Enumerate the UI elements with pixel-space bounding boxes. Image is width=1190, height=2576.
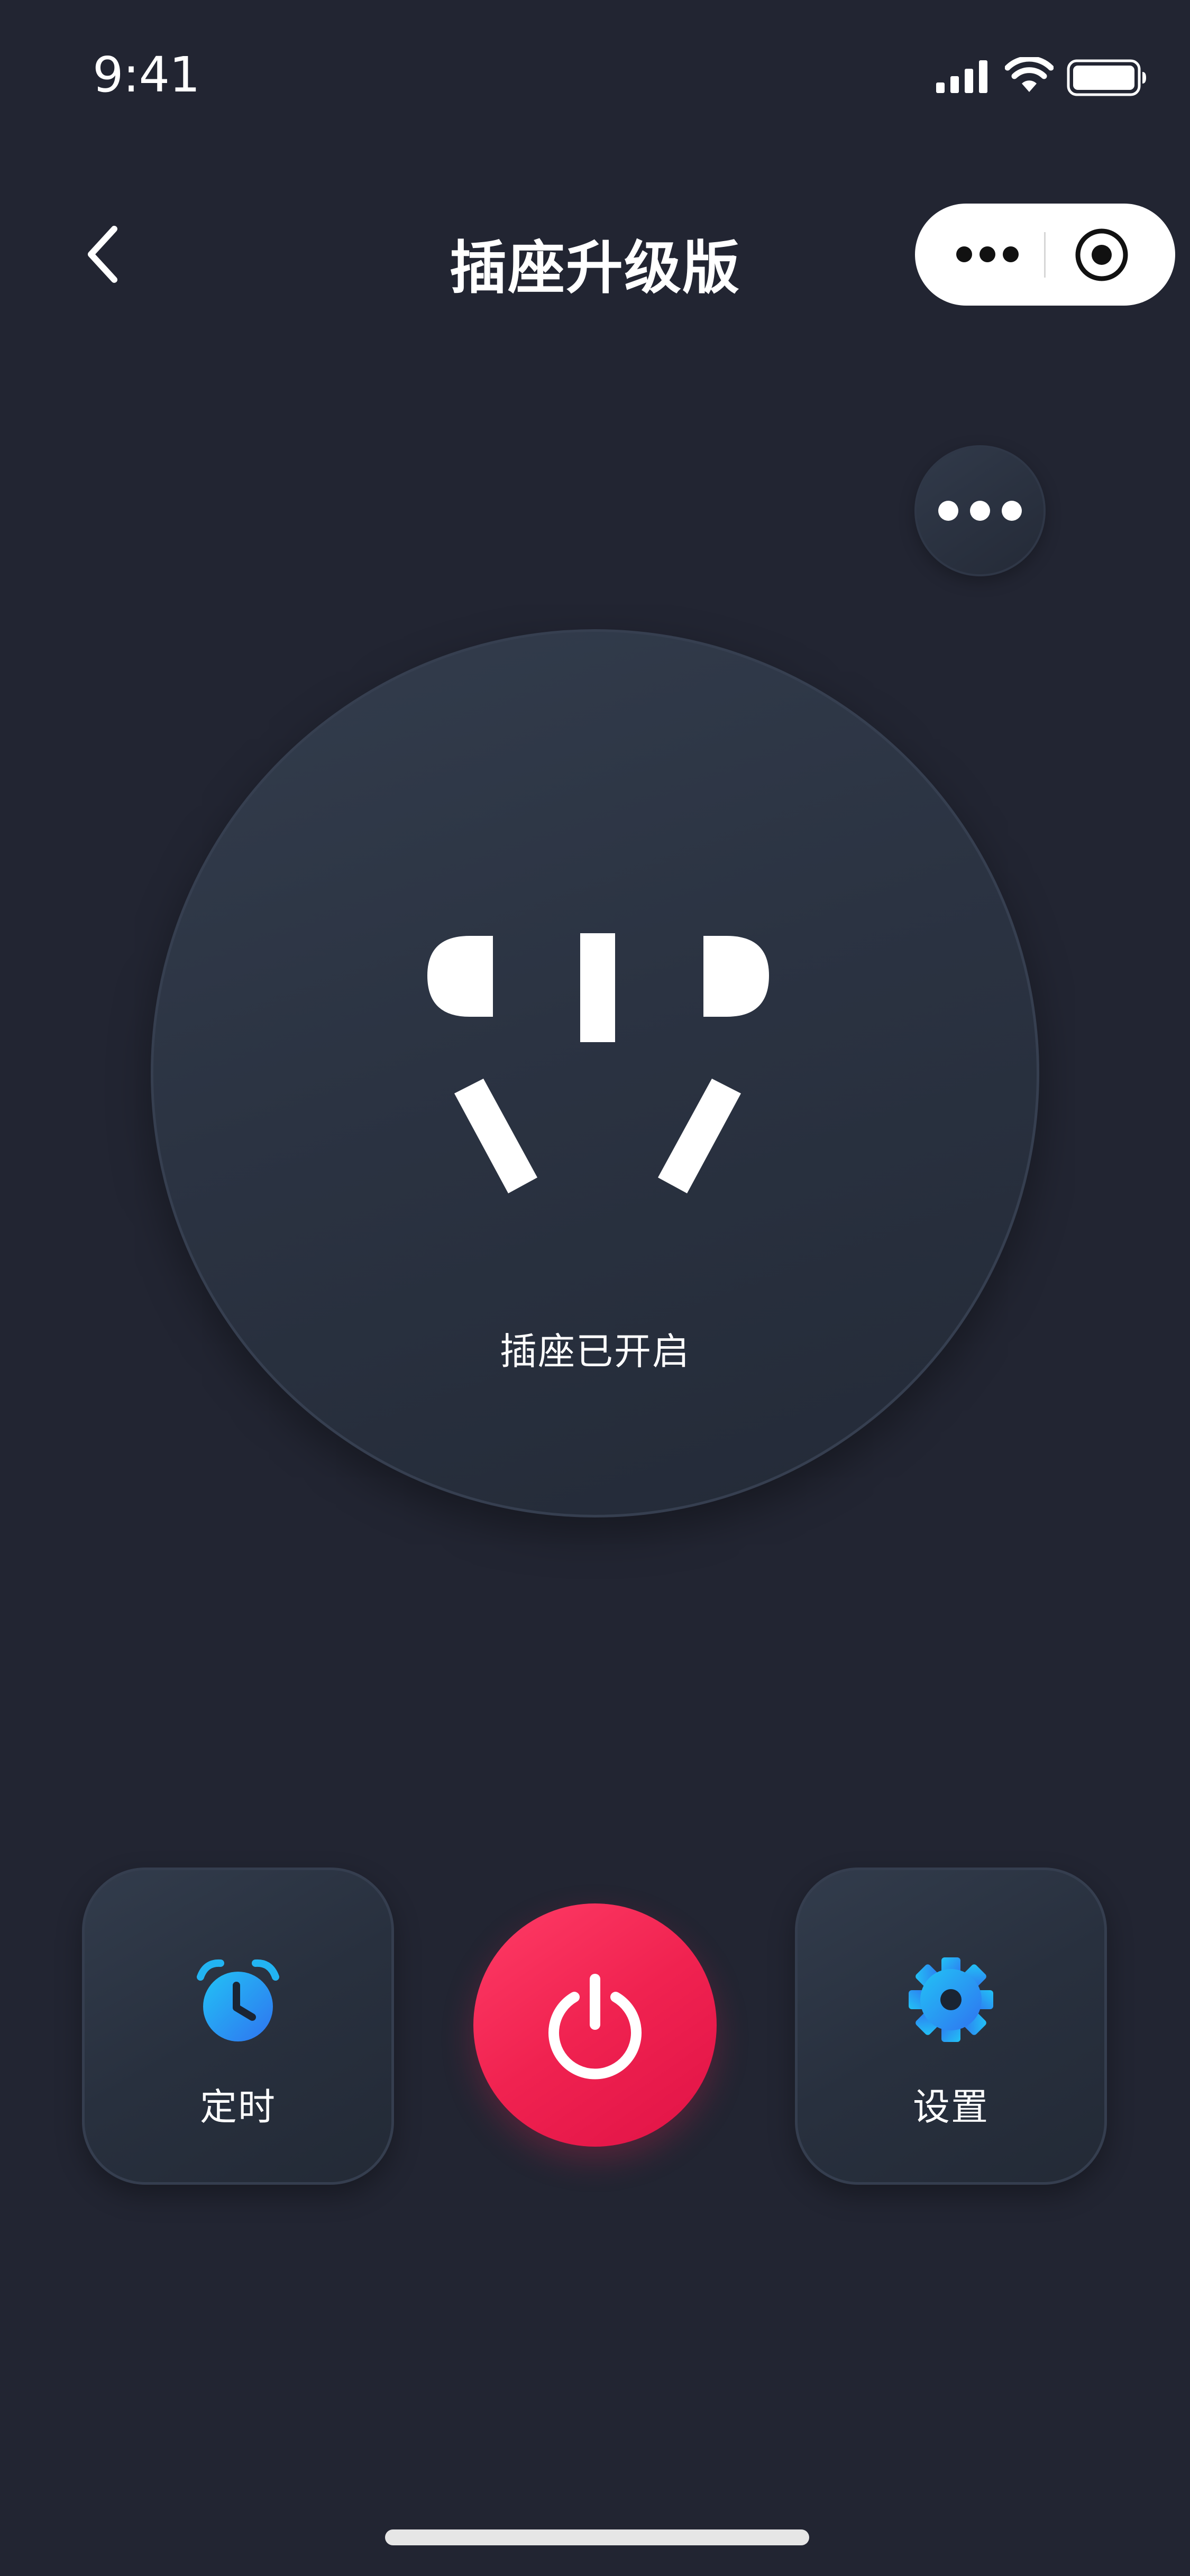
- settings-button[interactable]: 设置: [795, 1867, 1107, 2185]
- close-circle-icon[interactable]: [1074, 227, 1130, 283]
- status-time: 9:41: [93, 47, 200, 103]
- capsule-divider: [1044, 232, 1046, 278]
- home-indicator[interactable]: [385, 2529, 809, 2545]
- power-button[interactable]: [473, 1903, 717, 2147]
- wifi-icon: [1005, 57, 1054, 92]
- alarm-clock-icon: [197, 1959, 279, 2041]
- timer-label: 定时: [200, 2085, 276, 2129]
- more-icon: [938, 501, 1022, 521]
- screen: 9:41 插座升级版 插座已开启 定时 设置: [0, 0, 1190, 2576]
- power-icon: [548, 1974, 642, 2080]
- signal-icon: [936, 60, 987, 93]
- socket-status-text: 插座已开启: [500, 1330, 690, 1373]
- more-button[interactable]: [914, 445, 1046, 576]
- settings-label: 设置: [913, 2085, 989, 2129]
- socket-display[interactable]: 插座已开启: [151, 629, 1039, 1517]
- gear-icon: [909, 1957, 993, 2042]
- socket-icon: [427, 933, 769, 1193]
- timer-button[interactable]: 定时: [82, 1867, 394, 2185]
- mini-program-capsule: [915, 204, 1175, 306]
- more-icon[interactable]: [955, 240, 1020, 269]
- battery-icon: [1067, 59, 1146, 96]
